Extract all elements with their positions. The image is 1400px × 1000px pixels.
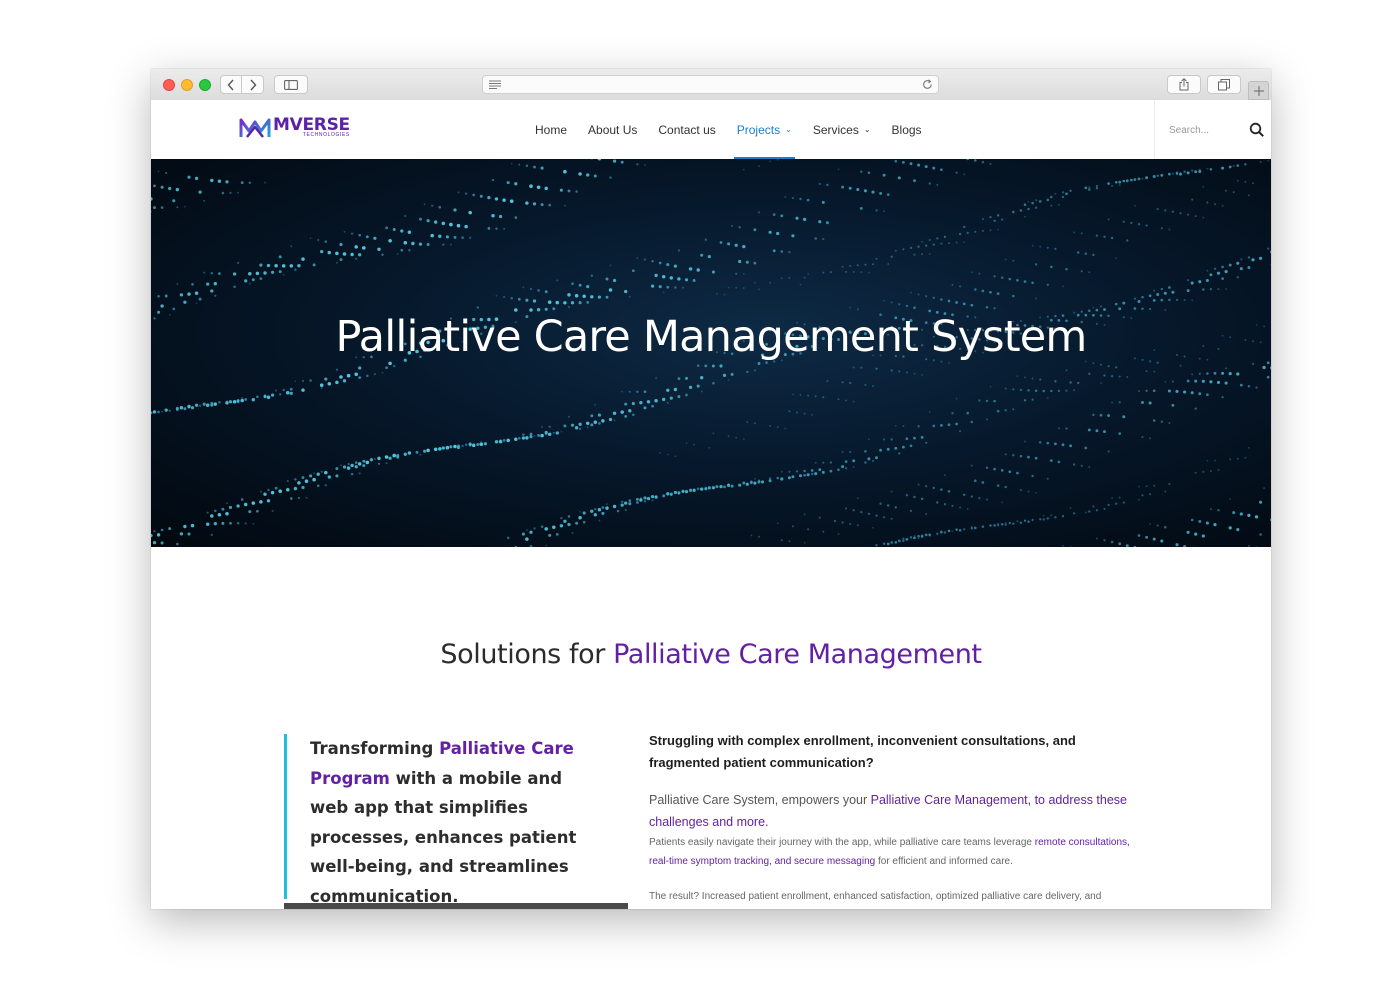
main-nav: Home About Us Contact us Projects ⌄ Serv… bbox=[535, 100, 943, 159]
reader-icon[interactable] bbox=[489, 80, 501, 89]
nav-item-projects[interactable]: Projects ⌄ bbox=[733, 100, 795, 159]
nav-item-home[interactable]: Home bbox=[535, 100, 567, 159]
hero-banner: Palliative Care Management System bbox=[151, 159, 1271, 547]
quote-text-start: Transforming bbox=[310, 739, 440, 758]
body2-end: for efficient and informed care. bbox=[875, 856, 1013, 867]
site-header: MVERSE TECHNOLOGIES Home About Us Contac… bbox=[151, 100, 1271, 159]
nav-item-contact-us[interactable]: Contact us bbox=[658, 100, 715, 159]
body2-plain: Patients easily navigate their journey w… bbox=[649, 837, 1035, 848]
search-icon bbox=[1249, 122, 1264, 137]
section-title-plain: Solutions for bbox=[440, 639, 614, 670]
hero-title: Palliative Care Management System bbox=[335, 312, 1087, 362]
nav-item-label: Contact us bbox=[658, 122, 716, 137]
intro-quote: Transforming Palliative Care Program wit… bbox=[284, 734, 600, 906]
share-button[interactable] bbox=[1167, 75, 1201, 94]
section-title: Solutions for Palliative Care Management bbox=[151, 639, 1271, 670]
nav-item-services[interactable]: Services ⌄ bbox=[813, 100, 871, 159]
nav-item-label: Projects bbox=[736, 122, 781, 137]
body-paragraph-2: Patients easily navigate their journey w… bbox=[649, 833, 1149, 871]
sidebar-toggle-button[interactable] bbox=[274, 75, 308, 94]
forward-button[interactable] bbox=[242, 75, 264, 94]
chevron-left-icon bbox=[227, 79, 234, 90]
body-paragraph-1: Palliative Care System, empowers your Pa… bbox=[649, 789, 1149, 833]
browser-toolbar bbox=[151, 69, 1271, 101]
minimize-window-button[interactable] bbox=[181, 79, 193, 91]
body-paragraph-3: The result? Increased patient enrollment… bbox=[649, 891, 1102, 902]
back-button[interactable] bbox=[220, 75, 242, 94]
search-button[interactable] bbox=[1249, 122, 1265, 138]
site-logo[interactable]: MVERSE TECHNOLOGIES bbox=[239, 117, 350, 143]
quote-underline-bar bbox=[284, 903, 628, 909]
body1-plain: Palliative Care System, empowers your bbox=[649, 793, 871, 807]
share-icon bbox=[1179, 78, 1189, 91]
nav-item-blogs[interactable]: Blogs bbox=[892, 100, 922, 159]
reload-icon[interactable] bbox=[922, 79, 933, 90]
close-window-button[interactable] bbox=[163, 79, 175, 91]
tabs-overview-button[interactable] bbox=[1207, 75, 1241, 94]
quote-text-end: with a mobile and web app that simplifie… bbox=[310, 768, 577, 906]
new-tab-button[interactable] bbox=[1248, 81, 1269, 100]
lead-question: Struggling with complex enrollment, inco… bbox=[649, 733, 1076, 770]
browser-window: MVERSE TECHNOLOGIES Home About Us Contac… bbox=[151, 69, 1271, 909]
description-column: Struggling with complex enrollment, inco… bbox=[649, 730, 1149, 906]
mverse-logo-icon bbox=[239, 118, 271, 138]
tabs-icon bbox=[1218, 78, 1230, 90]
section-title-highlight: Palliative Care Management bbox=[613, 639, 982, 670]
nav-item-label: Services bbox=[812, 122, 859, 137]
search-area bbox=[1154, 100, 1271, 159]
chevron-down-icon: ⌄ bbox=[785, 125, 792, 134]
nav-item-label: Home bbox=[535, 122, 568, 137]
nav-item-about-us[interactable]: About Us bbox=[588, 100, 637, 159]
plus-icon bbox=[1253, 85, 1264, 96]
sidebar-icon bbox=[284, 79, 298, 90]
nav-item-label: About Us bbox=[588, 122, 638, 137]
search-input[interactable] bbox=[1169, 120, 1239, 140]
chevron-right-icon bbox=[249, 79, 256, 90]
chevron-down-icon: ⌄ bbox=[863, 125, 871, 134]
zoom-window-button[interactable] bbox=[199, 79, 211, 91]
address-bar[interactable] bbox=[482, 75, 939, 94]
nav-item-label: Blogs bbox=[891, 122, 922, 137]
